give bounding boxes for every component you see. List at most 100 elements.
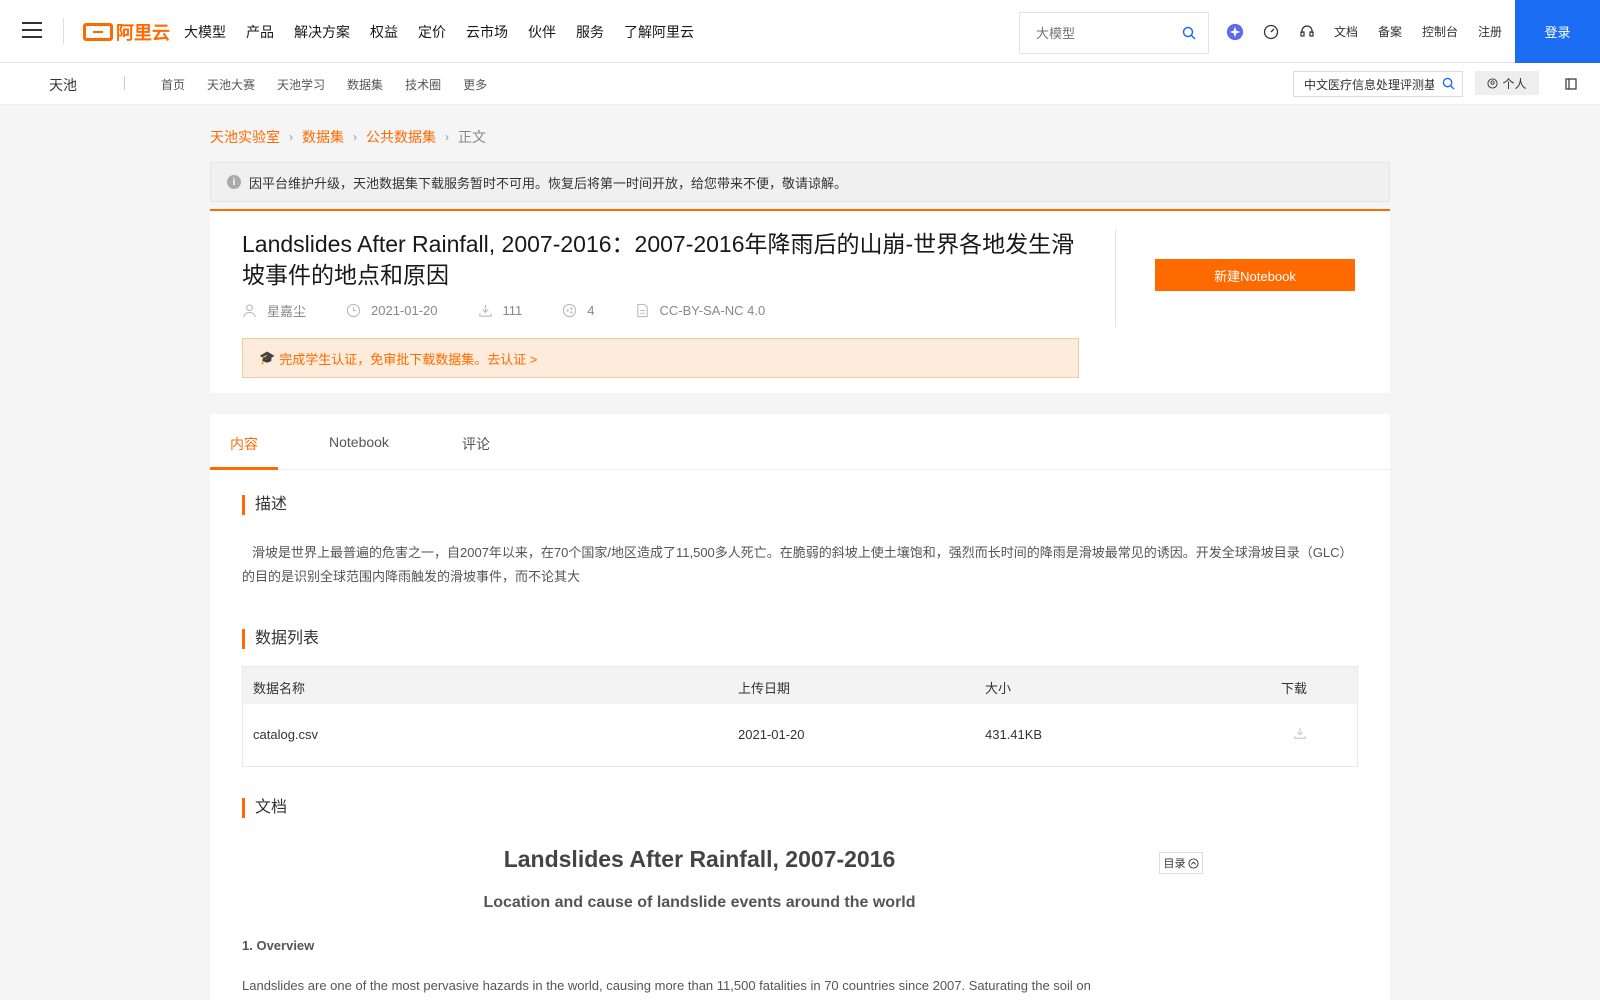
menu-item-solutions[interactable]: 解决方案 bbox=[294, 22, 350, 42]
tianchi-search-input[interactable] bbox=[1294, 72, 1434, 96]
tab-notebook[interactable]: Notebook bbox=[329, 434, 389, 450]
dataset-content: 内容 Notebook 评论 描述 滑坡是世界上最普遍的危害之一，自2007年以… bbox=[210, 414, 1390, 1000]
link-register[interactable]: 注册 bbox=[1478, 23, 1502, 40]
menu-item-services[interactable]: 服务 bbox=[576, 22, 604, 42]
dataset-header: Landslides After Rainfall, 2007-2016：200… bbox=[210, 209, 1390, 393]
subnav-item-datasets[interactable]: 数据集 bbox=[347, 76, 383, 93]
section-title-datalist: 数据列表 bbox=[242, 629, 319, 649]
subnav-item-more[interactable]: 更多 bbox=[463, 76, 487, 93]
switch-icon[interactable] bbox=[1565, 77, 1577, 95]
chevron-up-icon bbox=[1187, 857, 1199, 869]
student-banner-text[interactable]: 完成学生认证，免审批下载数据集。去认证 > bbox=[279, 349, 537, 368]
subnav-item-competition[interactable]: 天池大赛 bbox=[207, 76, 255, 93]
chevron-right-icon: › bbox=[289, 130, 293, 144]
active-tab-indicator bbox=[210, 467, 278, 470]
subnav-item-learning[interactable]: 天池学习 bbox=[277, 76, 325, 93]
menu-item-products[interactable]: 产品 bbox=[246, 22, 274, 42]
file-size: 431.41KB bbox=[985, 727, 1043, 742]
maintenance-notice: i 因平台维护升级，天池数据集下载服务暂时不可用。恢复后将第一时间开放，给您带来… bbox=[210, 162, 1390, 202]
tianchi-subnav: 天池 首页 天池大赛 天池学习 数据集 技术圈 更多 个人 bbox=[0, 63, 1600, 105]
global-search bbox=[1019, 12, 1209, 54]
link-docs[interactable]: 文档 bbox=[1334, 23, 1358, 40]
download-icon bbox=[478, 304, 492, 317]
meta-license: CC-BY-SA-NC 4.0 bbox=[635, 303, 766, 318]
section-title-description: 描述 bbox=[242, 495, 287, 515]
doc-subtitle: Location and cause of landslide events a… bbox=[483, 894, 916, 911]
search-icon[interactable] bbox=[1442, 77, 1455, 95]
subnav-item-tech-circle[interactable]: 技术圈 bbox=[405, 76, 441, 93]
menu-item-llm[interactable]: 大模型 bbox=[184, 22, 226, 42]
dataset-title: Landslides After Rainfall, 2007-2016：200… bbox=[242, 231, 1075, 288]
breadcrumb-current: 正文 bbox=[458, 129, 486, 145]
user-icon bbox=[243, 304, 256, 318]
tab-comments[interactable]: 评论 bbox=[462, 434, 490, 454]
new-notebook-button[interactable]: 新建Notebook bbox=[1155, 259, 1355, 291]
login-button[interactable]: 登录 bbox=[1515, 0, 1600, 63]
info-icon: i bbox=[227, 175, 241, 189]
ai-assistant-icon[interactable] bbox=[1226, 23, 1244, 41]
license-text: CC-BY-SA-NC 4.0 bbox=[659, 303, 766, 318]
document-icon bbox=[636, 303, 648, 318]
search-icon[interactable] bbox=[1182, 26, 1196, 45]
author-name[interactable]: 星嘉尘 bbox=[267, 301, 306, 320]
aliyun-logo[interactable]: 阿里云 bbox=[83, 20, 170, 44]
menu-item-pricing[interactable]: 定价 bbox=[418, 22, 446, 42]
divider bbox=[124, 76, 125, 90]
data-list-table: 数据名称 上传日期 大小 下载 catalog.csv 2021-01-20 4… bbox=[242, 666, 1358, 767]
chevron-right-icon: › bbox=[445, 130, 449, 144]
section-title-docs: 文档 bbox=[242, 798, 287, 818]
subnav-item-home[interactable]: 首页 bbox=[161, 76, 185, 93]
publish-date: 2021-01-20 bbox=[371, 303, 438, 318]
breadcrumb-lab[interactable]: 天池实验室 bbox=[210, 127, 280, 147]
breadcrumb-datasets[interactable]: 数据集 bbox=[302, 127, 344, 147]
toc-label: 目录 bbox=[1163, 858, 1186, 870]
breadcrumb: 天池实验室 › 数据集 › 公共数据集 › 正文 bbox=[210, 127, 486, 147]
column-header-size: 大小 bbox=[985, 681, 1012, 696]
menu-item-marketplace[interactable]: 云市场 bbox=[466, 22, 508, 42]
link-console[interactable]: 控制台 bbox=[1422, 23, 1458, 40]
download-icon[interactable] bbox=[1293, 726, 1307, 743]
tab-content[interactable]: 内容 bbox=[230, 434, 258, 454]
doc-title: Landslides After Rainfall, 2007-2016 bbox=[503, 846, 896, 872]
file-date: 2021-01-20 bbox=[738, 727, 805, 742]
clock-icon bbox=[346, 303, 361, 318]
support-headset-icon[interactable] bbox=[1298, 23, 1316, 41]
column-header-name: 数据名称 bbox=[253, 681, 306, 696]
graduation-cap-icon: 🎓 bbox=[259, 350, 276, 365]
meta-downloads: 111 bbox=[478, 303, 522, 318]
menu-item-about[interactable]: 了解阿里云 bbox=[624, 22, 694, 42]
dataset-meta: 星嘉尘 2021-01-20 111 4 CC-BY-SA-NC 4.0 bbox=[242, 301, 805, 320]
meta-shares: 4 bbox=[562, 303, 595, 318]
personal-label: 个人 bbox=[1502, 76, 1527, 91]
column-header-download: 下载 bbox=[1281, 681, 1308, 696]
share-count: 4 bbox=[587, 303, 595, 318]
toc-button[interactable]: 目录 bbox=[1159, 852, 1203, 874]
menu-item-partners[interactable]: 伙伴 bbox=[528, 22, 556, 42]
divider bbox=[63, 18, 64, 44]
student-verify-banner[interactable]: 🎓 完成学生认证，免审批下载数据集。去认证 > bbox=[242, 338, 1079, 378]
tianchi-search bbox=[1293, 71, 1463, 97]
breadcrumb-public-datasets[interactable]: 公共数据集 bbox=[366, 127, 436, 147]
menu-icon[interactable] bbox=[22, 22, 42, 40]
top-navbar: 阿里云 大模型 产品 解决方案 权益 定价 云市场 伙伴 服务 了解阿里云 文档… bbox=[0, 0, 1600, 63]
tianchi-brand[interactable]: 天池 bbox=[49, 75, 77, 95]
personal-button[interactable]: 个人 bbox=[1475, 71, 1539, 95]
global-search-input[interactable] bbox=[1020, 13, 1170, 53]
divider bbox=[1115, 229, 1116, 327]
table-header: 数据名称 上传日期 大小 下载 bbox=[243, 667, 1357, 704]
dashboard-icon[interactable] bbox=[1262, 23, 1280, 41]
logo-text: 阿里云 bbox=[116, 23, 170, 43]
file-name: catalog.csv bbox=[253, 727, 319, 742]
description-text: 滑坡是世界上最普遍的危害之一，自2007年以来，在70个国家/地区造成了11,5… bbox=[242, 545, 1353, 584]
notice-text: 因平台维护升级，天池数据集下载服务暂时不可用。恢复后将第一时间开放，给您带来不便… bbox=[249, 175, 848, 191]
menu-item-benefits[interactable]: 权益 bbox=[370, 22, 398, 42]
content-tabs: 内容 Notebook 评论 bbox=[210, 414, 1390, 470]
link-filing[interactable]: 备案 bbox=[1378, 23, 1402, 40]
table-row: catalog.csv 2021-01-20 431.41KB bbox=[243, 704, 1357, 766]
header-tools: 文档 备案 控制台 注册 bbox=[1226, 0, 1522, 63]
column-header-date: 上传日期 bbox=[738, 681, 791, 696]
meta-author: 星嘉尘 bbox=[242, 301, 306, 320]
subnav-items: 首页 天池大赛 天池学习 数据集 技术圈 更多 bbox=[161, 63, 509, 105]
doc-paragraph: Landslides are one of the most pervasive… bbox=[242, 978, 1091, 993]
user-icon bbox=[1487, 77, 1499, 89]
